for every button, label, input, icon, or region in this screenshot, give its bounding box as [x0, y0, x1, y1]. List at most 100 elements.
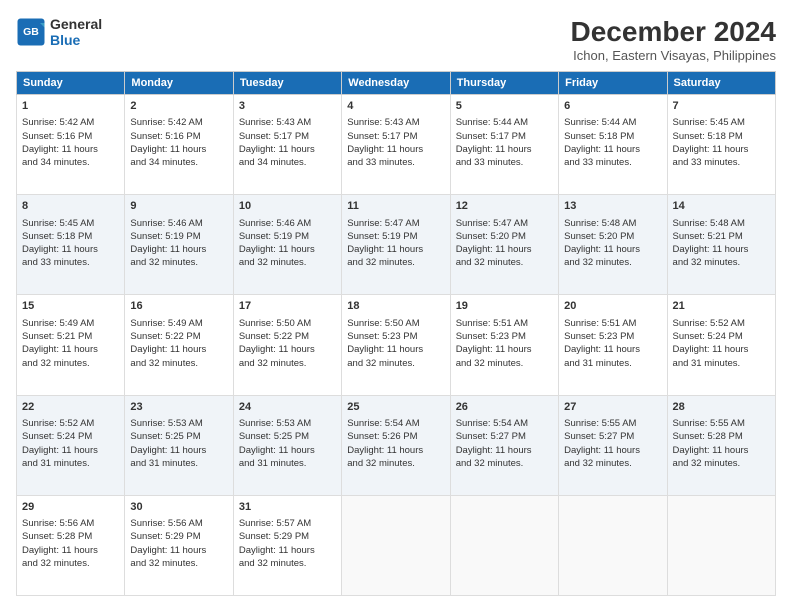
- day-info: Sunset: 5:23 PM: [347, 330, 444, 343]
- day-number: 28: [673, 400, 770, 415]
- day-info: and 33 minutes.: [456, 156, 553, 169]
- table-cell: 20Sunrise: 5:51 AMSunset: 5:23 PMDayligh…: [559, 295, 667, 395]
- day-info: Daylight: 11 hours: [347, 444, 444, 457]
- logo-line2: Blue: [50, 32, 102, 48]
- day-info: Daylight: 11 hours: [673, 143, 770, 156]
- table-cell: [342, 495, 450, 595]
- day-info: Sunrise: 5:45 AM: [673, 116, 770, 129]
- day-info: Sunset: 5:19 PM: [130, 230, 227, 243]
- day-info: Sunrise: 5:55 AM: [673, 417, 770, 430]
- col-tuesday: Tuesday: [233, 72, 341, 95]
- day-number: 19: [456, 299, 553, 314]
- day-info: and 32 minutes.: [564, 457, 661, 470]
- col-sunday: Sunday: [17, 72, 125, 95]
- day-info: Sunrise: 5:56 AM: [130, 517, 227, 530]
- calendar-table: Sunday Monday Tuesday Wednesday Thursday…: [16, 71, 776, 596]
- table-cell: [450, 495, 558, 595]
- day-info: Sunset: 5:18 PM: [673, 130, 770, 143]
- day-info: Sunrise: 5:44 AM: [456, 116, 553, 129]
- day-info: Sunrise: 5:50 AM: [239, 317, 336, 330]
- table-cell: 3Sunrise: 5:43 AMSunset: 5:17 PMDaylight…: [233, 95, 341, 195]
- day-info: Sunset: 5:21 PM: [673, 230, 770, 243]
- col-thursday: Thursday: [450, 72, 558, 95]
- table-cell: [559, 495, 667, 595]
- day-info: and 32 minutes.: [130, 557, 227, 570]
- day-info: Daylight: 11 hours: [347, 243, 444, 256]
- day-number: 20: [564, 299, 661, 314]
- logo: GB General Blue: [16, 16, 102, 48]
- day-info: Sunset: 5:18 PM: [564, 130, 661, 143]
- day-info: and 31 minutes.: [673, 357, 770, 370]
- day-info: Sunset: 5:26 PM: [347, 430, 444, 443]
- day-info: Sunrise: 5:54 AM: [347, 417, 444, 430]
- main-title: December 2024: [571, 16, 776, 48]
- day-info: Sunrise: 5:46 AM: [130, 217, 227, 230]
- day-number: 8: [22, 199, 119, 214]
- day-info: and 32 minutes.: [564, 256, 661, 269]
- day-info: and 32 minutes.: [239, 357, 336, 370]
- day-info: Daylight: 11 hours: [22, 444, 119, 457]
- day-info: Sunrise: 5:43 AM: [347, 116, 444, 129]
- day-number: 27: [564, 400, 661, 415]
- day-info: Daylight: 11 hours: [239, 444, 336, 457]
- day-info: and 32 minutes.: [239, 557, 336, 570]
- day-number: 5: [456, 99, 553, 114]
- logo-line1: General: [50, 16, 102, 32]
- day-info: and 34 minutes.: [239, 156, 336, 169]
- day-info: Sunset: 5:23 PM: [564, 330, 661, 343]
- day-info: Daylight: 11 hours: [239, 143, 336, 156]
- subtitle: Ichon, Eastern Visayas, Philippines: [571, 48, 776, 63]
- day-number: 31: [239, 500, 336, 515]
- day-info: and 32 minutes.: [347, 357, 444, 370]
- day-info: Daylight: 11 hours: [673, 343, 770, 356]
- day-info: Daylight: 11 hours: [564, 343, 661, 356]
- table-cell: 25Sunrise: 5:54 AMSunset: 5:26 PMDayligh…: [342, 395, 450, 495]
- day-info: Daylight: 11 hours: [673, 444, 770, 457]
- col-monday: Monday: [125, 72, 233, 95]
- day-info: Daylight: 11 hours: [347, 343, 444, 356]
- col-saturday: Saturday: [667, 72, 775, 95]
- day-info: and 33 minutes.: [564, 156, 661, 169]
- page: GB General Blue December 2024 Ichon, Eas…: [0, 0, 792, 612]
- table-cell: 9Sunrise: 5:46 AMSunset: 5:19 PMDaylight…: [125, 195, 233, 295]
- day-info: Sunrise: 5:42 AM: [22, 116, 119, 129]
- table-cell: 6Sunrise: 5:44 AMSunset: 5:18 PMDaylight…: [559, 95, 667, 195]
- day-info: Sunrise: 5:42 AM: [130, 116, 227, 129]
- day-info: Daylight: 11 hours: [456, 444, 553, 457]
- day-info: and 32 minutes.: [347, 457, 444, 470]
- table-cell: 23Sunrise: 5:53 AMSunset: 5:25 PMDayligh…: [125, 395, 233, 495]
- day-info: Sunrise: 5:51 AM: [456, 317, 553, 330]
- svg-text:GB: GB: [23, 26, 39, 38]
- day-number: 10: [239, 199, 336, 214]
- table-cell: 26Sunrise: 5:54 AMSunset: 5:27 PMDayligh…: [450, 395, 558, 495]
- table-cell: 24Sunrise: 5:53 AMSunset: 5:25 PMDayligh…: [233, 395, 341, 495]
- calendar-week-row: 15Sunrise: 5:49 AMSunset: 5:21 PMDayligh…: [17, 295, 776, 395]
- table-cell: 28Sunrise: 5:55 AMSunset: 5:28 PMDayligh…: [667, 395, 775, 495]
- table-cell: 16Sunrise: 5:49 AMSunset: 5:22 PMDayligh…: [125, 295, 233, 395]
- day-info: Sunrise: 5:50 AM: [347, 317, 444, 330]
- table-cell: 4Sunrise: 5:43 AMSunset: 5:17 PMDaylight…: [342, 95, 450, 195]
- day-info: Daylight: 11 hours: [564, 143, 661, 156]
- day-info: and 32 minutes.: [456, 357, 553, 370]
- day-info: Sunrise: 5:47 AM: [456, 217, 553, 230]
- day-info: and 32 minutes.: [130, 357, 227, 370]
- day-number: 21: [673, 299, 770, 314]
- day-number: 18: [347, 299, 444, 314]
- day-info: Daylight: 11 hours: [130, 243, 227, 256]
- table-cell: 17Sunrise: 5:50 AMSunset: 5:22 PMDayligh…: [233, 295, 341, 395]
- table-cell: 31Sunrise: 5:57 AMSunset: 5:29 PMDayligh…: [233, 495, 341, 595]
- day-info: Daylight: 11 hours: [130, 343, 227, 356]
- day-info: Sunrise: 5:49 AM: [130, 317, 227, 330]
- day-number: 16: [130, 299, 227, 314]
- day-info: Daylight: 11 hours: [22, 143, 119, 156]
- day-number: 17: [239, 299, 336, 314]
- calendar-header-row: Sunday Monday Tuesday Wednesday Thursday…: [17, 72, 776, 95]
- day-info: Sunset: 5:23 PM: [456, 330, 553, 343]
- day-info: Sunset: 5:19 PM: [347, 230, 444, 243]
- calendar-week-row: 29Sunrise: 5:56 AMSunset: 5:28 PMDayligh…: [17, 495, 776, 595]
- day-number: 2: [130, 99, 227, 114]
- calendar-week-row: 1Sunrise: 5:42 AMSunset: 5:16 PMDaylight…: [17, 95, 776, 195]
- day-info: and 33 minutes.: [673, 156, 770, 169]
- table-cell: 1Sunrise: 5:42 AMSunset: 5:16 PMDaylight…: [17, 95, 125, 195]
- day-info: Sunset: 5:24 PM: [22, 430, 119, 443]
